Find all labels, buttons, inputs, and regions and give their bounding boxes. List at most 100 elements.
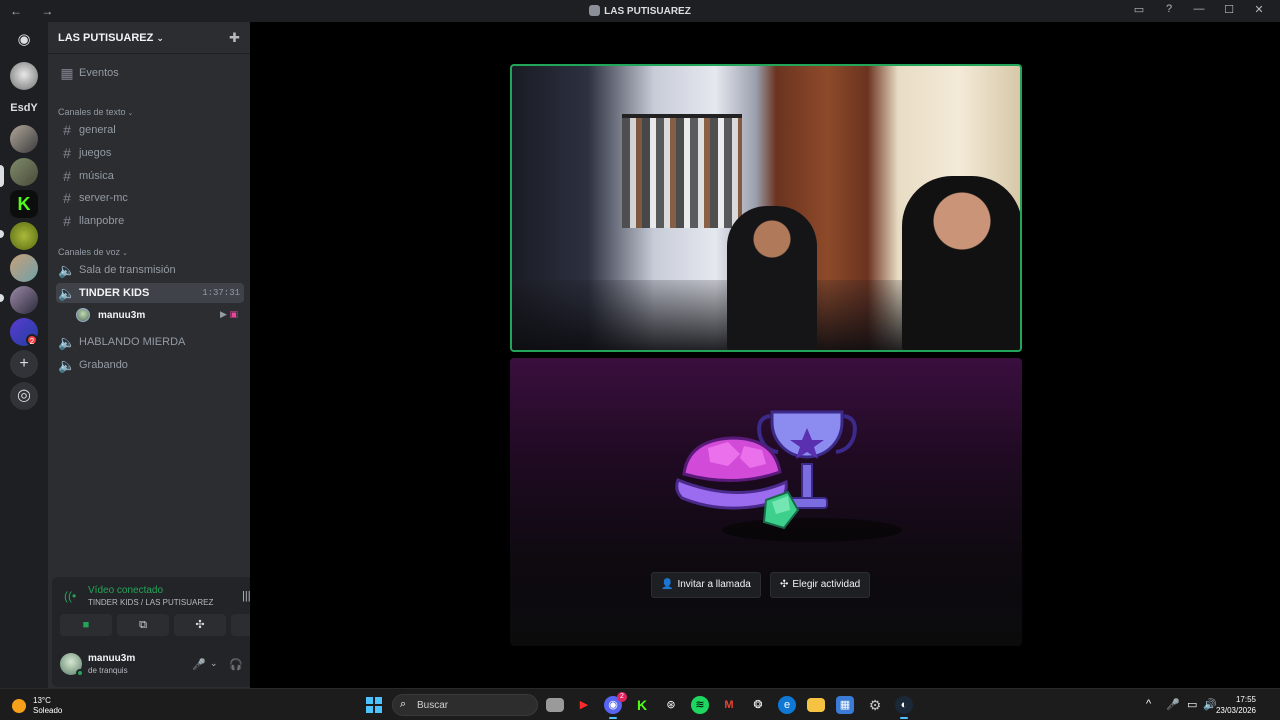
selected-server-pill — [0, 165, 4, 187]
windows-start-icon[interactable] — [366, 697, 382, 713]
chevron-down-icon: ⌄ — [127, 110, 134, 117]
taskbar-search[interactable]: ⌕ Buscar — [392, 694, 538, 716]
server-header[interactable]: LAS PUTISUAREZ ⌄ ✚ — [48, 22, 250, 54]
mention-badge: 2 — [26, 334, 38, 346]
events-item[interactable]: ▦ Eventos — [56, 63, 244, 83]
signal-icon[interactable]: ((• — [64, 589, 76, 603]
call-timer: 1:37:31 — [202, 288, 240, 298]
user-custom-status[interactable]: de tranquis — [88, 666, 128, 675]
inbox-icon[interactable]: ▭ — [1132, 3, 1146, 16]
kick-app-icon[interactable]: K — [633, 696, 651, 714]
discord-app-icon[interactable]: ◉ 2 — [604, 692, 627, 719]
edge-browser-icon[interactable]: e — [778, 696, 796, 714]
windows-taskbar: 13°C Soleado ⌕ Buscar ▶ ◉ 2 K ⊛ ≋ M ❂ e ▦ … — [0, 688, 1280, 720]
server-rail: ◉ EsdY K 2 + ◎ — [0, 22, 48, 688]
voice-channel-sala-de-transmision[interactable]: 🔈 Sala de transmisión — [56, 260, 244, 280]
help-icon[interactable]: ? — [1162, 3, 1176, 16]
tray-display-icon[interactable]: ▭ — [1187, 698, 1197, 711]
microsoft-store-icon[interactable]: ▦ — [836, 696, 854, 714]
category-voice-channels[interactable]: Canales de voz ⌄ — [58, 247, 128, 257]
live-icon: ▣ — [229, 309, 238, 319]
folder-label[interactable]: EsdY — [6, 102, 42, 114]
server-icon-2[interactable] — [10, 125, 38, 153]
add-server-icon[interactable]: + — [10, 350, 38, 378]
speaker-icon: 🔈 — [58, 261, 76, 278]
member-status-icons: ▶ ▣ — [220, 309, 238, 320]
tray-overflow-icon[interactable]: ^ — [1146, 698, 1151, 710]
maximize-button[interactable]: ☐ — [1222, 3, 1236, 16]
window-title: LAS PUTISUAREZ — [0, 5, 1280, 17]
spotify-icon[interactable]: ≋ — [691, 696, 709, 714]
channel-juegos[interactable]: # juegos — [56, 143, 244, 163]
add-user-icon: 👤 — [661, 579, 674, 590]
calendar-icon: ▦ — [60, 64, 74, 81]
hash-icon: # — [63, 213, 71, 229]
unread-pill — [0, 294, 4, 302]
channel-llanpobre[interactable]: # llanpobre — [56, 211, 244, 231]
hash-icon: # — [63, 145, 71, 161]
settings-icon[interactable]: ⚙ — [866, 696, 884, 714]
voice-location[interactable]: TINDER KIDS / LAS PUTISUAREZ — [88, 598, 213, 607]
speaker-icon: 🔈 — [58, 284, 76, 301]
notification-badge: 2 — [617, 692, 627, 702]
close-button[interactable]: ✕ — [1252, 3, 1266, 16]
chevron-down-icon[interactable]: ⌄ — [210, 658, 218, 669]
video-content — [727, 206, 817, 350]
server-icon-1[interactable] — [10, 62, 38, 90]
search-icon: ⌕ — [400, 698, 407, 710]
screen-share-button[interactable]: ⧉ — [117, 614, 169, 636]
unread-pill — [0, 230, 4, 238]
channel-sidebar: LAS PUTISUAREZ ⌄ ✚ ▦ Eventos Canales de t… — [48, 22, 294, 688]
voice-channel-tinder-kids[interactable]: 🔈 TINDER KIDS 1:37:31 — [56, 283, 244, 303]
window-controls: ▭ ? — ☐ ✕ — [1132, 3, 1266, 16]
speaker-icon: 🔈 — [58, 333, 76, 350]
openai-icon[interactable]: ❂ — [749, 696, 767, 714]
voice-member[interactable]: manuu3m ▶ ▣ — [76, 306, 244, 324]
server-icon — [589, 5, 601, 16]
microphone-icon[interactable]: 🎤 — [192, 658, 206, 671]
channel-general[interactable]: # general — [56, 120, 244, 140]
taskbar-clock[interactable]: 17:55 23/03/2026 — [1216, 694, 1256, 716]
voice-channel-grabando[interactable]: 🔈 Grabando — [56, 355, 244, 375]
activity-button[interactable]: ✣ — [174, 614, 226, 636]
chevron-down-icon: ⌄ — [122, 250, 128, 257]
server-icon-4[interactable] — [10, 254, 38, 282]
server-icon-las-putisuarez[interactable] — [10, 158, 38, 186]
video-tile-manuu3m[interactable] — [510, 64, 1022, 352]
video-icon: ▶ — [220, 309, 227, 319]
file-explorer-icon[interactable] — [807, 698, 825, 712]
tray-volume-icon[interactable]: 🔊 — [1203, 698, 1217, 711]
invite-to-call-button[interactable]: 👤 Invitar a llamada — [651, 572, 761, 598]
speaker-icon: 🔈 — [58, 356, 76, 373]
task-view-icon[interactable] — [546, 698, 564, 712]
discover-icon[interactable]: ◎ — [10, 382, 38, 410]
minimize-button[interactable]: — — [1192, 3, 1206, 16]
sun-icon — [12, 699, 26, 713]
user-name[interactable]: manuu3m — [88, 653, 135, 664]
headset-icon[interactable]: 🎧 — [229, 658, 243, 671]
hash-icon: # — [63, 168, 71, 184]
weather-widget[interactable]: 13°C Soleado — [12, 696, 62, 716]
chevron-down-icon: ⌄ — [156, 33, 164, 43]
kick-server-icon[interactable]: K — [10, 190, 38, 218]
category-text-channels[interactable]: Canales de texto ⌄ — [58, 107, 133, 117]
server-icon-3[interactable] — [10, 222, 38, 250]
activity-illustration — [675, 410, 902, 542]
discord-home-icon[interactable]: ◉ — [10, 26, 38, 54]
tray-microphone-icon[interactable]: 🎤 — [1166, 698, 1180, 711]
add-member-icon[interactable]: ✚ — [229, 30, 240, 46]
camera-button[interactable]: ■ — [60, 614, 112, 636]
chatgpt-app-icon[interactable]: ⊛ — [662, 696, 680, 714]
youtube-icon[interactable]: ▶ — [575, 696, 593, 714]
gmail-icon[interactable]: M — [720, 696, 738, 714]
voice-channel-hablando-mierda[interactable]: 🔈 HABLANDO MIERDA — [56, 332, 244, 352]
server-icon-5[interactable] — [10, 286, 38, 314]
choose-activity-button[interactable]: ✣ Elegir actividad — [770, 572, 871, 598]
server-name[interactable]: LAS PUTISUAREZ ⌄ — [58, 32, 164, 44]
activity-icon: ✣ — [780, 579, 789, 590]
channel-musica[interactable]: # música — [56, 166, 244, 186]
channel-server-mc[interactable]: # server-mc — [56, 188, 244, 208]
video-content — [622, 118, 742, 228]
voice-status[interactable]: Vídeo conectado — [88, 585, 163, 596]
steam-icon[interactable]: ◐ — [895, 696, 913, 719]
